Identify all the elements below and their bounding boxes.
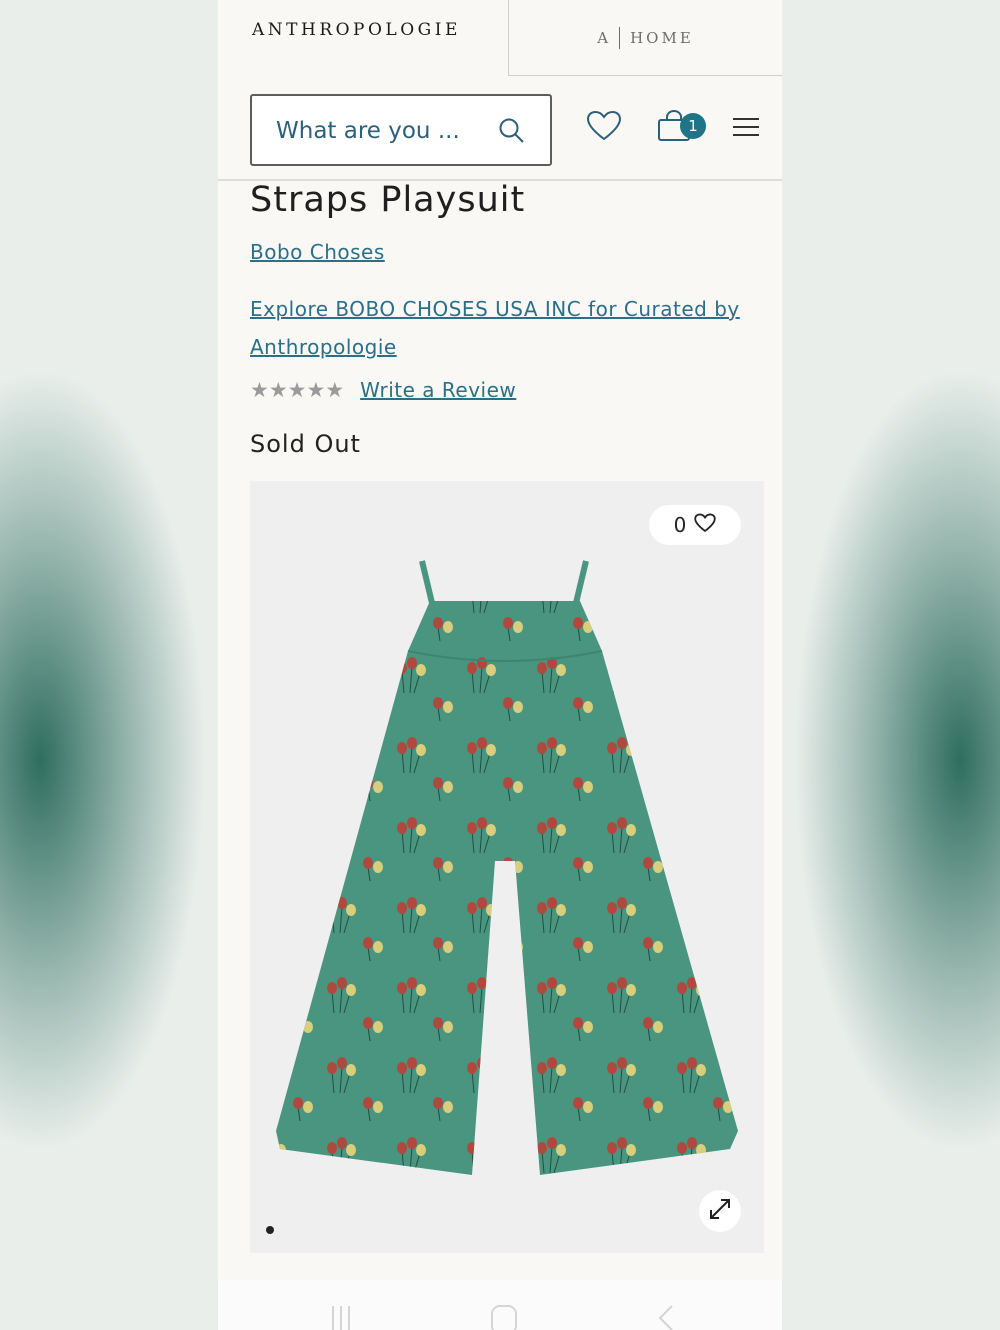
stock-status: Sold Out (250, 430, 361, 458)
wishlist-heart-icon[interactable] (586, 110, 622, 146)
home-tab-label: HOME (630, 28, 694, 47)
home-tab[interactable]: A HOME (508, 0, 782, 76)
home-nav-icon[interactable] (490, 1304, 518, 1330)
rating-stars: ★ ★ ★ ★ ★ (250, 378, 344, 402)
star-icon: ★ (268, 378, 288, 402)
cart-count-badge: 1 (680, 113, 706, 139)
home-tab-a: A (597, 28, 612, 47)
product-image-carousel[interactable]: 0 (250, 481, 764, 1253)
top-bar: ANTHROPOLOGIE A HOME (218, 0, 782, 78)
write-review-link[interactable]: Write a Review (360, 378, 516, 402)
expand-icon (708, 1197, 732, 1225)
system-nav-bar (218, 1280, 782, 1330)
product-title: Straps Playsuit (250, 180, 526, 220)
explore-brand-link[interactable]: Explore BOBO CHOSES USA INC for Curated … (250, 290, 770, 366)
search-box[interactable] (250, 94, 552, 166)
like-count: 0 (673, 513, 687, 537)
brand-logo[interactable]: ANTHROPOLOGIE (252, 20, 461, 40)
brand-link[interactable]: Bobo Choses (250, 240, 385, 264)
recent-apps-icon[interactable] (328, 1304, 354, 1330)
home-tab-separator (619, 26, 621, 49)
menu-icon[interactable] (732, 116, 760, 142)
star-icon: ★ (287, 378, 307, 402)
expand-image-button[interactable] (699, 1190, 741, 1232)
phone-screen: ANTHROPOLOGIE A HOME 1 Straps Playsuit B… (218, 0, 782, 1330)
star-icon: ★ (306, 378, 326, 402)
carousel-dot-active[interactable] (266, 1226, 274, 1234)
like-button[interactable]: 0 (649, 505, 741, 545)
star-icon: ★ (325, 378, 345, 402)
search-input[interactable] (274, 113, 488, 149)
product-image (276, 560, 738, 1175)
rating-row: ★ ★ ★ ★ ★ Write a Review (250, 378, 516, 402)
star-icon: ★ (250, 378, 269, 402)
back-nav-icon[interactable] (656, 1304, 676, 1330)
like-heart-icon (694, 513, 717, 538)
search-icon[interactable] (498, 117, 526, 149)
